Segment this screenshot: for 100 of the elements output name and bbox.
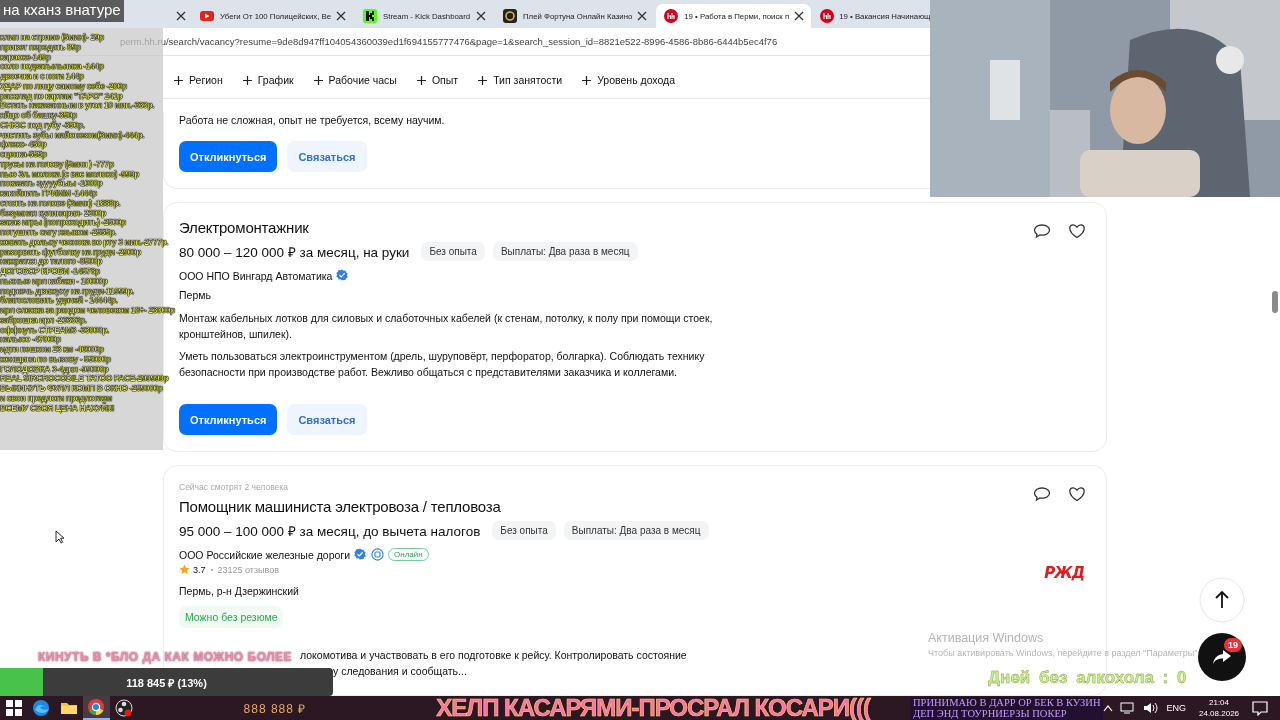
vacancy-title-link[interactable]: Помощник машиниста электровоза / тепловоза bbox=[179, 498, 501, 515]
chat-bubble-icon[interactable] bbox=[1033, 223, 1051, 239]
description-text: Уметь пользоваться электроинструментом (дрель, шуруповёрт, перфоратор, болгарка). Соблюдать технику безопасности при производстве работ. Вежливо общаться с представителями заказчика и коллегами. bbox=[179, 349, 706, 380]
scroll-up-button[interactable] bbox=[1199, 577, 1245, 623]
plus-icon bbox=[313, 75, 323, 85]
close-icon[interactable] bbox=[637, 11, 648, 21]
activation-text: Чтобы активировать Windows, перейдите в раздел "Параметры" bbox=[928, 648, 1198, 658]
respond-button[interactable]: Откликнуться bbox=[179, 141, 278, 172]
activation-title: Активация Windows bbox=[928, 631, 1045, 645]
price-item: трусы на голову (5мин ) -777р bbox=[0, 159, 114, 170]
sober-counter: Дней без алкохола : 0 bbox=[988, 668, 1187, 688]
speaker-icon[interactable] bbox=[1143, 701, 1160, 715]
price-item: пью 3л. молока (с вас молоко) -999р bbox=[0, 169, 140, 180]
price-item: потушить сигу языком -2555р. bbox=[0, 228, 117, 238]
location-text: Пермь bbox=[179, 289, 212, 301]
price-item: привет передать 89р bbox=[0, 42, 81, 53]
price-item: благословить удачей - 14444р. bbox=[0, 296, 118, 306]
price-item: показать зуууубыы -1000р bbox=[0, 179, 103, 189]
notifications-icon[interactable] bbox=[1252, 700, 1269, 716]
donation-total: 888 888 ₽ bbox=[243, 700, 307, 717]
close-icon[interactable] bbox=[336, 11, 346, 21]
star-icon bbox=[179, 564, 190, 575]
company-link[interactable]: ООО НПО Вингард Автоматика bbox=[179, 269, 333, 282]
favicon-icon bbox=[502, 8, 518, 24]
description-text: Работа не сложная, опыт не требуется, всему научим. bbox=[179, 113, 446, 128]
plus-icon bbox=[478, 75, 488, 85]
company-logo: РЖД bbox=[1044, 564, 1084, 582]
reply-arrow-icon bbox=[1212, 649, 1232, 665]
taskbar-app[interactable] bbox=[82, 696, 111, 720]
contact-button[interactable]: Связаться bbox=[287, 404, 367, 435]
close-icon[interactable] bbox=[476, 11, 486, 21]
favicon-icon bbox=[362, 8, 378, 24]
cursor-icon bbox=[55, 530, 65, 544]
price-item: ирл слежка за рандом человеком 18+- 23000р bbox=[0, 306, 175, 316]
edge-icon bbox=[31, 698, 52, 718]
price-item: чистить зубы майонезом(3мин)-444р. bbox=[0, 130, 145, 140]
windows-icon bbox=[3, 698, 24, 718]
caret-icon[interactable] bbox=[1103, 704, 1114, 712]
notification-badge: 19 bbox=[1224, 638, 1242, 652]
heart-icon[interactable] bbox=[1068, 486, 1086, 502]
no-resume-badge: Можно без резюме bbox=[179, 606, 284, 628]
tag: Без опыта bbox=[492, 521, 556, 540]
price-item: стоять на голове (3мин) -1888р. bbox=[0, 198, 121, 209]
price-item: УДАР по лицу самому себе -200р bbox=[0, 81, 127, 92]
price-item: расклад по картам "ТАРО" 241р bbox=[0, 91, 123, 102]
close-icon[interactable] bbox=[794, 11, 805, 21]
tag: Выплаты: Два раза в месяц bbox=[563, 521, 709, 540]
clock-date: 24.08.2026 bbox=[1199, 708, 1240, 719]
favicon-icon bbox=[819, 8, 836, 24]
price-item: и свои предлоги предлогаем bbox=[0, 393, 112, 403]
price-item: яйцо об башку-350р bbox=[0, 111, 77, 121]
location-text: Пермь, р-н Дзержинский bbox=[179, 585, 300, 597]
price-item: оффнуть СТРЕАМ3 -33000р. bbox=[0, 325, 109, 336]
ticker-line: ПРИНИМАЮ В ДАРР ОР БЕК В КУЗИН bbox=[913, 696, 1101, 708]
price-item: пьяные ирл кабаки - 10000р bbox=[0, 276, 108, 287]
price-item: двоечка и с ноги 144р bbox=[0, 72, 84, 82]
goal-caption: КИНУТЬ В *БЛО ДА КАК МОЖНО БОЛЕЕ bbox=[38, 650, 293, 664]
plus-icon bbox=[174, 75, 183, 85]
stream-title: на кханз внатуре bbox=[0, 0, 124, 22]
salary-text: 95 000 – 100 000 ₽ за месяц, до вычета налогов bbox=[179, 522, 481, 540]
price-item: ДОГОВОР КРОВИ -14578р bbox=[0, 267, 100, 277]
plus-icon bbox=[242, 75, 252, 85]
goal-reading: 118 845 ₽ (13%) bbox=[125, 676, 208, 690]
price-item: заказ игры (попроходить) -2500р bbox=[0, 218, 126, 228]
viewers-text: Сейчас смотрят 2 человека bbox=[179, 482, 289, 492]
price-item: сценка-555р bbox=[0, 150, 47, 160]
chat-bubble-icon[interactable] bbox=[1033, 486, 1051, 502]
ticker-line: ДЕП ЭНД ТОУРНИЕРЗЫ ПОКЕР bbox=[913, 708, 1068, 720]
contact-button[interactable]: Связаться bbox=[287, 141, 367, 172]
respond-button[interactable]: Откликнуться bbox=[179, 404, 278, 435]
price-item: ВСЕМУ СВОЯ ЦЕНА НАХУЙ!!! bbox=[0, 403, 115, 414]
vacancy-title-link[interactable]: Электромонтажник bbox=[179, 219, 309, 236]
tag: Без опыта bbox=[421, 242, 485, 261]
price-item: ВЫКИНУТЬ ФУЛЛ КОМП В ОКНО -259000р bbox=[0, 384, 163, 394]
price-item: флекс- 450р bbox=[0, 140, 47, 150]
close-icon[interactable] bbox=[176, 11, 186, 21]
price-item: ГОЛОДОВКА 3-4дня -99000р bbox=[0, 364, 109, 375]
price-item: женщина по вызову - 55000р bbox=[0, 354, 111, 365]
plus-icon bbox=[416, 75, 426, 85]
price-item: нажратся до талого -8500р bbox=[0, 257, 103, 267]
clock-time: 21:04 bbox=[1208, 697, 1230, 708]
description-text: Монтаж кабельных лотков для силовых и слаботочных кабелей (к стенам, потолку, к полу при помощи стоек, кронштейнов, шпилек). bbox=[179, 311, 714, 342]
language-indicator[interactable]: ENG bbox=[1166, 703, 1186, 713]
network-icon[interactable] bbox=[1120, 701, 1137, 715]
price-item: Встать наказанным в угол 10 мин.-333р. bbox=[0, 101, 155, 111]
rating-text: 3.7 bbox=[193, 564, 206, 575]
price-item: заброшка ирл -23333р. bbox=[0, 315, 87, 326]
chrome-icon bbox=[86, 697, 107, 717]
scrollbar-thumb[interactable] bbox=[1272, 291, 1278, 313]
price-item: REAL SIRCROCODILE TATOO FACE-299999р bbox=[0, 374, 169, 384]
description-text: у следования и сообщать... bbox=[333, 664, 467, 679]
price-item: идти пешком 23 км -46000р bbox=[0, 345, 104, 355]
heart-icon[interactable] bbox=[1068, 223, 1086, 239]
company-link[interactable]: ООО Российские железные дороги bbox=[179, 548, 350, 561]
favicon-icon bbox=[663, 8, 680, 24]
price-item: караоке-149р bbox=[0, 52, 51, 63]
plus-icon bbox=[582, 75, 592, 85]
price-item: поджечь движуху на груди-11999р. bbox=[0, 286, 134, 297]
favicon-icon bbox=[199, 8, 215, 24]
price-item: соло подзатыльника -144р bbox=[0, 62, 104, 72]
